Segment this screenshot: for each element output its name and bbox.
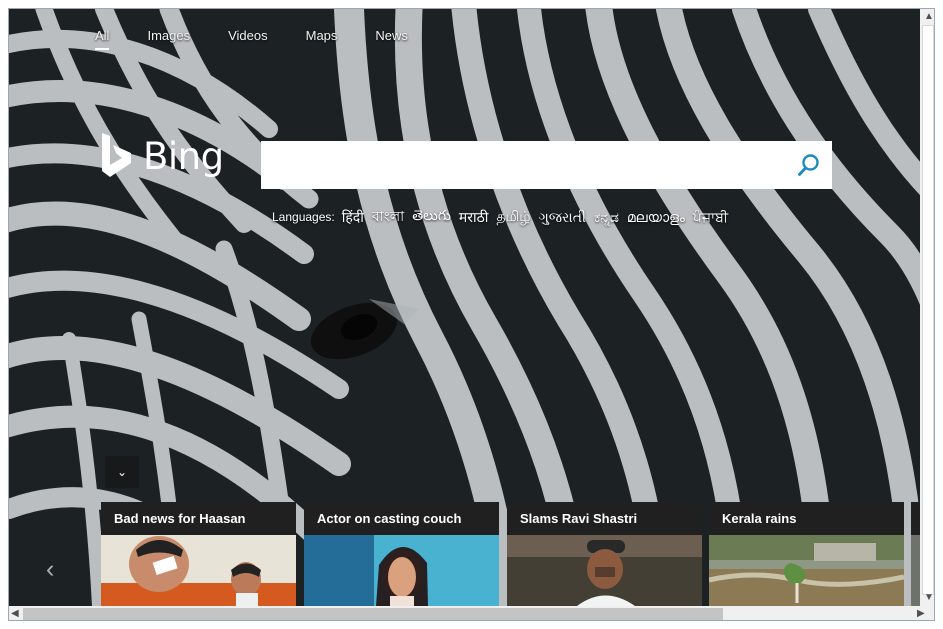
language-bengali[interactable]: বাংলা — [372, 205, 404, 229]
news-card[interactable]: Actor on casting couch — [304, 502, 499, 606]
news-card-title: Slams Ravi Shastri — [507, 502, 702, 539]
nav-videos[interactable]: Videos — [228, 28, 268, 43]
news-card[interactable]: Bad news for Haasan — [101, 502, 296, 606]
news-card-title: Actor on casting couch — [304, 502, 499, 539]
news-card-image — [101, 535, 296, 606]
chevron-left-icon[interactable]: ‹ — [46, 555, 54, 584]
search-input[interactable] — [261, 141, 776, 189]
brand-name: Bing — [143, 134, 224, 178]
bing-logo[interactable]: Bing — [95, 132, 224, 180]
language-links: Languages: हिंदी বাংলা తెలుగు मराठी தமிழ… — [272, 205, 736, 229]
scroll-right-icon[interactable]: ▶ — [917, 608, 925, 619]
browser-viewport: All Images Videos Maps News Bing Languag… — [8, 8, 935, 621]
news-card-image — [709, 535, 904, 606]
language-marathi[interactable]: मराठी — [459, 208, 488, 227]
search-bar — [261, 141, 832, 189]
language-punjabi[interactable]: ਪੰਜਾਬੀ — [693, 209, 728, 226]
search-button[interactable] — [784, 141, 832, 189]
homepage-hero: All Images Videos Maps News Bing Languag… — [9, 9, 920, 606]
language-malayalam[interactable]: മലയാളം — [627, 209, 685, 226]
news-card[interactable]: Kerala rains — [709, 502, 904, 606]
news-card-title — [911, 502, 920, 539]
news-card[interactable]: Slams Ravi Shastri — [507, 502, 702, 606]
languages-label: Languages: — [272, 210, 335, 224]
scroll-left-icon[interactable]: ◀ — [11, 608, 19, 619]
nav-news[interactable]: News — [375, 28, 408, 43]
news-card-image — [304, 535, 499, 606]
search-icon — [798, 154, 819, 176]
news-card-image — [507, 535, 702, 606]
language-gujarati[interactable]: ગુજરાતી — [539, 209, 586, 226]
vertical-scrollbar[interactable]: ▲ ▼ — [920, 9, 934, 606]
language-hindi[interactable]: हिंदी — [342, 208, 364, 227]
nav-images[interactable]: Images — [147, 28, 190, 43]
language-telugu[interactable]: తెలుగు — [412, 207, 451, 227]
horizontal-scrollbar[interactable]: ◀ ▶ — [9, 606, 934, 620]
news-card-title: Bad news for Haasan — [101, 502, 296, 539]
vertical-scroll-thumb[interactable] — [922, 25, 934, 595]
news-card-image — [911, 535, 920, 606]
chevron-down-icon[interactable]: ⌄ — [105, 456, 139, 488]
nav-all[interactable]: All — [95, 28, 110, 50]
scroll-down-icon[interactable]: ▼ — [924, 592, 934, 603]
news-card[interactable] — [911, 502, 920, 606]
scope-navigation: All Images Videos Maps News — [95, 28, 408, 50]
bing-logo-icon — [102, 133, 131, 177]
language-kannada[interactable]: ಕನ್ನಡ — [594, 209, 619, 226]
scroll-up-icon[interactable]: ▲ — [924, 11, 934, 22]
horizontal-scroll-thumb[interactable] — [23, 608, 723, 620]
news-card-title: Kerala rains — [709, 502, 904, 539]
language-tamil[interactable]: தமிழ் — [496, 208, 530, 227]
nav-maps[interactable]: Maps — [306, 28, 338, 43]
